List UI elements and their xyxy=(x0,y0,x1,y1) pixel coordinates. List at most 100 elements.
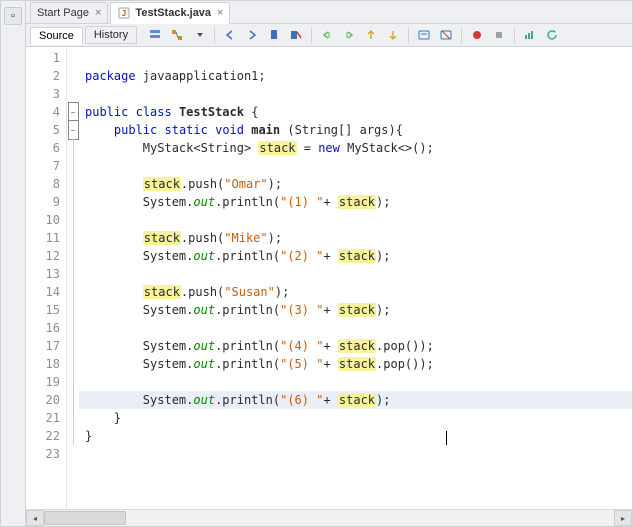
dropdown-icon[interactable] xyxy=(189,25,209,45)
fold-guide xyxy=(73,175,74,193)
toggle-bookmark-icon[interactable] xyxy=(264,25,284,45)
code-line[interactable]: } xyxy=(79,409,632,427)
tab-start-page-label: Start Page xyxy=(37,7,89,19)
code-line[interactable]: System.out.println("(3) "+ stack); xyxy=(79,301,632,319)
shift-left-icon[interactable] xyxy=(317,25,337,45)
line-number: 17 xyxy=(26,337,66,355)
code-line[interactable] xyxy=(79,445,632,463)
uncomment-icon[interactable] xyxy=(436,25,456,45)
fold-toggle-icon[interactable]: − xyxy=(68,120,79,140)
code-line[interactable]: System.out.println("(4) "+ stack.pop()); xyxy=(79,337,632,355)
close-icon[interactable]: × xyxy=(95,7,101,19)
line-number-gutter: 1234567891011121314151617181920212223 xyxy=(26,47,67,509)
fold-guide xyxy=(73,193,74,211)
line-number: 5 xyxy=(26,121,66,139)
diff-down-icon[interactable] xyxy=(383,25,403,45)
next-bookmark-icon[interactable] xyxy=(242,25,262,45)
fold-guide xyxy=(73,265,74,283)
code-line[interactable] xyxy=(79,157,632,175)
fold-guide xyxy=(73,391,74,409)
toolbar-separator xyxy=(214,27,215,43)
line-number: 22 xyxy=(26,427,66,445)
code-line[interactable] xyxy=(79,211,632,229)
panel-icon: ▫ xyxy=(11,10,15,22)
scroll-left-button[interactable]: ◂ xyxy=(26,510,44,526)
fold-gutter: −− xyxy=(67,47,79,509)
line-number: 15 xyxy=(26,301,66,319)
toolbar-separator xyxy=(408,27,409,43)
code-line[interactable] xyxy=(79,319,632,337)
line-number: 2 xyxy=(26,67,66,85)
stop-macro-icon[interactable] xyxy=(489,25,509,45)
left-side-gutter: ▫ xyxy=(1,1,26,526)
fold-toggle-icon[interactable]: − xyxy=(68,102,79,122)
code-line[interactable] xyxy=(79,373,632,391)
code-line[interactable] xyxy=(79,265,632,283)
line-number: 20 xyxy=(26,391,66,409)
fold-guide xyxy=(73,409,74,427)
fold-guide xyxy=(73,427,74,445)
fold-guide xyxy=(73,373,74,391)
subtab-source[interactable]: Source xyxy=(30,27,83,45)
code-line[interactable]: } xyxy=(79,427,632,445)
code-area[interactable]: package javaapplication1; public class T… xyxy=(79,47,632,509)
fold-guide xyxy=(73,301,74,319)
fold-guide xyxy=(73,337,74,355)
clear-bookmarks-icon[interactable] xyxy=(286,25,306,45)
line-number: 12 xyxy=(26,247,66,265)
line-number: 21 xyxy=(26,409,66,427)
horizontal-scrollbar[interactable]: ◂ ▸ xyxy=(26,509,632,526)
prev-bookmark-icon[interactable] xyxy=(220,25,240,45)
line-number: 19 xyxy=(26,373,66,391)
refresh-icon[interactable] xyxy=(542,25,562,45)
subtab-history[interactable]: History xyxy=(85,26,137,44)
panel-options-button[interactable]: ▫ xyxy=(4,7,22,25)
toolbar-separator xyxy=(311,27,312,43)
code-line[interactable]: stack.push("Mike"); xyxy=(79,229,632,247)
code-line[interactable] xyxy=(79,85,632,103)
code-line[interactable]: System.out.println("(1) "+ stack); xyxy=(79,193,632,211)
line-number: 1 xyxy=(26,49,66,67)
code-line[interactable]: stack.push("Susan"); xyxy=(79,283,632,301)
fold-guide xyxy=(73,319,74,337)
code-editor[interactable]: 1234567891011121314151617181920212223 −−… xyxy=(26,47,632,509)
diff-up-icon[interactable] xyxy=(361,25,381,45)
code-line[interactable]: public class TestStack { xyxy=(79,103,632,121)
scroll-thumb[interactable] xyxy=(44,511,126,525)
members-icon[interactable] xyxy=(145,25,165,45)
scroll-right-button[interactable]: ▸ xyxy=(614,510,632,526)
code-line[interactable]: package javaapplication1; xyxy=(79,67,632,85)
line-number: 10 xyxy=(26,211,66,229)
toolbar-separator xyxy=(514,27,515,43)
close-icon[interactable]: × xyxy=(217,7,223,19)
line-number: 13 xyxy=(26,265,66,283)
line-number: 16 xyxy=(26,319,66,337)
record-macro-icon[interactable] xyxy=(467,25,487,45)
svg-text:J: J xyxy=(122,9,127,18)
tab-start-page[interactable]: Start Page × xyxy=(30,2,108,23)
subtab-source-label: Source xyxy=(39,30,74,42)
metrics-icon[interactable] xyxy=(520,25,540,45)
refactor-icon[interactable] xyxy=(167,25,187,45)
text-caret xyxy=(446,431,447,445)
code-line[interactable]: System.out.println("(2) "+ stack); xyxy=(79,247,632,265)
editor-sub-bar: Source History xyxy=(26,24,632,47)
line-number: 8 xyxy=(26,175,66,193)
line-number: 6 xyxy=(26,139,66,157)
line-number: 11 xyxy=(26,229,66,247)
code-line[interactable]: stack.push("Omar"); xyxy=(79,175,632,193)
main-panel: Start Page × J TestStack.java × Source H… xyxy=(26,1,632,526)
comment-icon[interactable] xyxy=(414,25,434,45)
code-line[interactable]: System.out.println("(5) "+ stack.pop()); xyxy=(79,355,632,373)
code-line[interactable]: public static void main (String[] args){ xyxy=(79,121,632,139)
code-line[interactable]: MyStack<String> stack = new MyStack<>(); xyxy=(79,139,632,157)
line-number: 23 xyxy=(26,445,66,463)
file-tab-bar: Start Page × J TestStack.java × xyxy=(26,1,632,24)
line-number: 3 xyxy=(26,85,66,103)
tab-teststack[interactable]: J TestStack.java × xyxy=(110,2,230,24)
shift-right-icon[interactable] xyxy=(339,25,359,45)
fold-guide xyxy=(73,229,74,247)
code-line[interactable]: System.out.println("(6) "+ stack); xyxy=(79,391,632,409)
fold-guide xyxy=(73,355,74,373)
code-line[interactable] xyxy=(79,49,632,67)
